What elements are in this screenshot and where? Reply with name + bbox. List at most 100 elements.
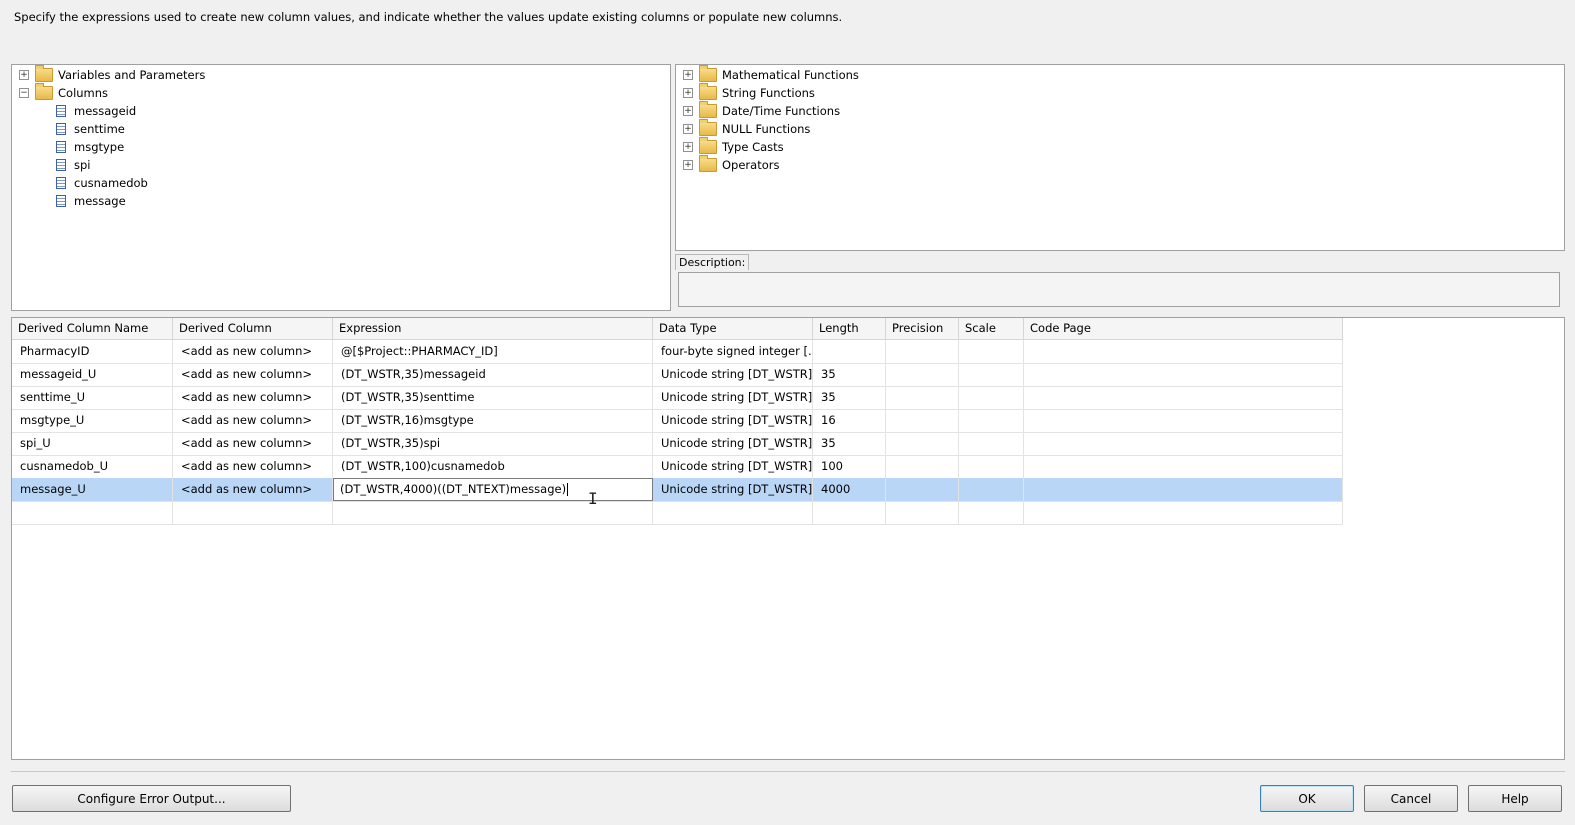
cell-length[interactable]: 35: [813, 386, 886, 409]
cell-code-page[interactable]: [1024, 386, 1343, 409]
table-row[interactable]: spi_U <add as new column> (DT_WSTR,35)sp…: [12, 432, 1343, 456]
cell-precision[interactable]: [886, 340, 959, 363]
cell-derived-column[interactable]: <add as new column>: [173, 386, 333, 409]
header-derived-column-name[interactable]: Derived Column Name: [12, 318, 173, 339]
tree-node-string-functions[interactable]: + String Functions: [683, 83, 815, 102]
tree-node-datetime-functions[interactable]: + Date/Time Functions: [683, 101, 840, 120]
cell-expression[interactable]: (DT_WSTR,35)spi: [333, 432, 653, 455]
cell-derived-column[interactable]: <add as new column>: [173, 363, 333, 386]
header-code-page[interactable]: Code Page: [1024, 318, 1343, 339]
cell-scale[interactable]: [959, 455, 1024, 478]
cell-precision[interactable]: [886, 501, 959, 524]
cell-precision[interactable]: [886, 409, 959, 432]
cell-length[interactable]: 35: [813, 432, 886, 455]
tree-node-mathematical-functions[interactable]: + Mathematical Functions: [683, 65, 859, 84]
expand-icon[interactable]: +: [683, 106, 693, 116]
cell-precision[interactable]: [886, 386, 959, 409]
tree-node-operators[interactable]: + Operators: [683, 155, 779, 174]
cell-code-page[interactable]: [1024, 455, 1343, 478]
tree-item-column[interactable]: msgtype: [56, 138, 124, 156]
header-scale[interactable]: Scale: [959, 318, 1024, 339]
expand-icon[interactable]: +: [19, 70, 29, 80]
header-length[interactable]: Length: [813, 318, 886, 339]
cell-precision[interactable]: [886, 455, 959, 478]
table-row[interactable]: senttime_U <add as new column> (DT_WSTR,…: [12, 386, 1343, 410]
cell-data-type[interactable]: four-byte signed integer [...: [653, 340, 813, 363]
cell-scale[interactable]: [959, 478, 1024, 501]
help-button[interactable]: Help: [1468, 785, 1562, 812]
cell-derived-column[interactable]: <add as new column>: [173, 409, 333, 432]
cell-derived-column[interactable]: <add as new column>: [173, 455, 333, 478]
cell-scale[interactable]: [959, 363, 1024, 386]
header-derived-column[interactable]: Derived Column: [173, 318, 333, 339]
tree-item-column[interactable]: message: [56, 192, 126, 210]
table-row[interactable]: cusnamedob_U <add as new column> (DT_WST…: [12, 455, 1343, 479]
header-expression[interactable]: Expression: [333, 318, 653, 339]
cell-derived-column-name[interactable]: spi_U: [12, 432, 173, 455]
cell-data-type[interactable]: Unicode string [DT_WSTR]: [653, 455, 813, 478]
cell-precision[interactable]: [886, 432, 959, 455]
cell-code-page[interactable]: [1024, 501, 1343, 524]
header-data-type[interactable]: Data Type: [653, 318, 813, 339]
configure-error-output-button[interactable]: Configure Error Output...: [12, 785, 291, 812]
cell-length[interactable]: 100: [813, 455, 886, 478]
expand-icon[interactable]: +: [683, 160, 693, 170]
cell-data-type[interactable]: [653, 501, 813, 524]
tree-node-variables[interactable]: + Variables and Parameters: [19, 65, 205, 84]
table-row[interactable]: messageid_U <add as new column> (DT_WSTR…: [12, 363, 1343, 387]
cell-precision[interactable]: [886, 363, 959, 386]
cancel-button[interactable]: Cancel: [1364, 785, 1458, 812]
tree-item-column[interactable]: messageid: [56, 102, 136, 120]
cell-data-type[interactable]: Unicode string [DT_WSTR]: [653, 363, 813, 386]
tree-item-column[interactable]: spi: [56, 156, 91, 174]
cell-derived-column-name[interactable]: senttime_U: [12, 386, 173, 409]
cell-data-type[interactable]: Unicode string [DT_WSTR]: [653, 409, 813, 432]
cell-expression[interactable]: (DT_WSTR,100)cusnamedob: [333, 455, 653, 478]
tree-node-columns[interactable]: − Columns: [19, 83, 108, 102]
tree-node-null-functions[interactable]: + NULL Functions: [683, 119, 810, 138]
expand-icon[interactable]: +: [683, 124, 693, 134]
cell-scale[interactable]: [959, 386, 1024, 409]
cell-code-page[interactable]: [1024, 478, 1343, 501]
header-precision[interactable]: Precision: [886, 318, 959, 339]
cell-scale[interactable]: [959, 340, 1024, 363]
tree-item-column[interactable]: senttime: [56, 120, 125, 138]
cell-data-type[interactable]: Unicode string [DT_WSTR]: [653, 432, 813, 455]
cell-derived-column-name[interactable]: [12, 501, 173, 524]
cell-scale[interactable]: [959, 501, 1024, 524]
cell-data-type[interactable]: Unicode string [DT_WSTR]: [653, 386, 813, 409]
cell-derived-column-name[interactable]: cusnamedob_U: [12, 455, 173, 478]
cell-code-page[interactable]: [1024, 363, 1343, 386]
cell-length[interactable]: [813, 340, 886, 363]
expand-icon[interactable]: +: [683, 70, 693, 80]
cell-expression[interactable]: (DT_WSTR,35)senttime: [333, 386, 653, 409]
tree-item-column[interactable]: cusnamedob: [56, 174, 148, 192]
ok-button[interactable]: OK: [1260, 785, 1354, 812]
cell-code-page[interactable]: [1024, 409, 1343, 432]
cell-code-page[interactable]: [1024, 432, 1343, 455]
cell-scale[interactable]: [959, 409, 1024, 432]
cell-expression[interactable]: (DT_WSTR,35)messageid: [333, 363, 653, 386]
cell-length[interactable]: 35: [813, 363, 886, 386]
cell-derived-column[interactable]: <add as new column>: [173, 340, 333, 363]
cell-length[interactable]: 16: [813, 409, 886, 432]
table-row[interactable]: PharmacyID <add as new column> @[$Projec…: [12, 340, 1343, 364]
cell-data-type[interactable]: Unicode string [DT_WSTR]: [653, 478, 813, 501]
tree-node-type-casts[interactable]: + Type Casts: [683, 137, 784, 156]
expand-icon[interactable]: +: [683, 142, 693, 152]
cell-expression[interactable]: @[$Project::PHARMACY_ID]: [333, 340, 653, 363]
cell-derived-column-name[interactable]: PharmacyID: [12, 340, 173, 363]
expand-icon[interactable]: +: [683, 88, 693, 98]
cell-derived-column-name[interactable]: message_U: [12, 478, 173, 501]
cell-length[interactable]: [813, 501, 886, 524]
expression-edit-field[interactable]: (DT_WSTR,4000)((DT_NTEXT)message): [333, 478, 653, 501]
cell-derived-column-name[interactable]: messageid_U: [12, 363, 173, 386]
cell-derived-column[interactable]: [173, 501, 333, 524]
table-row-selected[interactable]: message_U <add as new column> (DT_WSTR,4…: [12, 478, 1343, 502]
table-row[interactable]: msgtype_U <add as new column> (DT_WSTR,1…: [12, 409, 1343, 433]
cell-scale[interactable]: [959, 432, 1024, 455]
cell-derived-column[interactable]: <add as new column>: [173, 478, 333, 501]
cell-code-page[interactable]: [1024, 340, 1343, 363]
collapse-icon[interactable]: −: [19, 88, 29, 98]
cell-precision[interactable]: [886, 478, 959, 501]
